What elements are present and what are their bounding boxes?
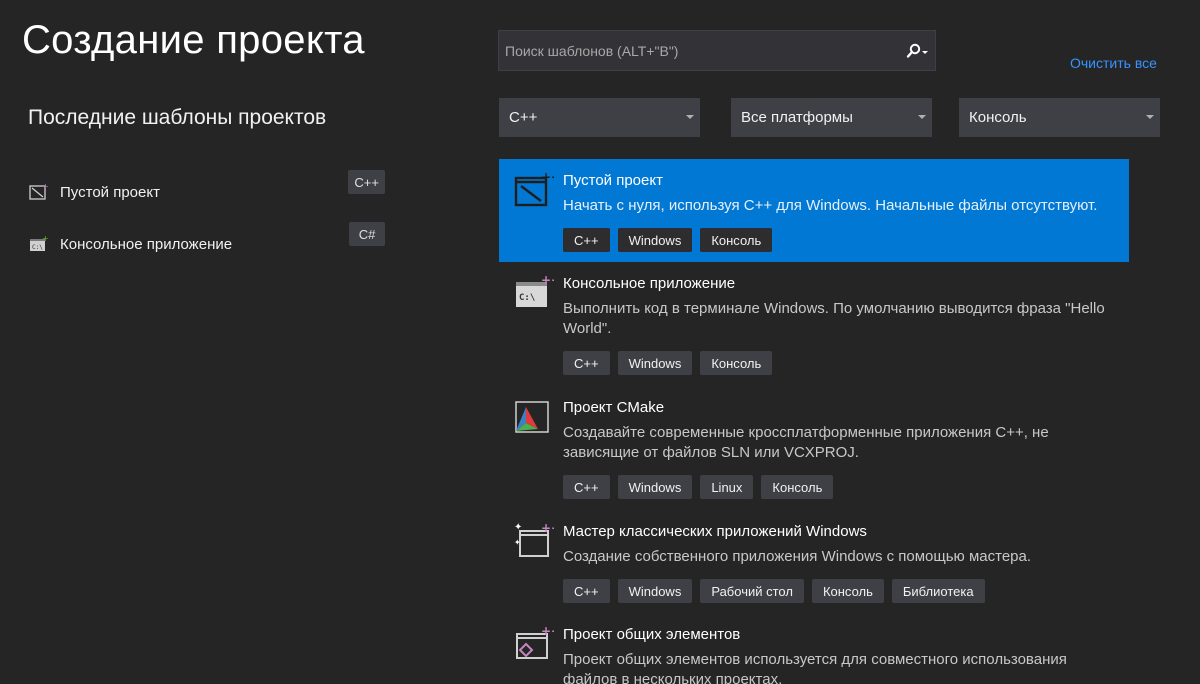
svg-text:++: ++ — [541, 521, 554, 535]
template-empty-project[interactable]: ++ Пустой проект Начать с нуля, использу… — [499, 159, 1129, 262]
template-tag: Консоль — [700, 228, 773, 252]
chevron-down-icon — [918, 115, 926, 119]
recent-templates-list: + Пустой проект C++ C:\ + Консольное прил… — [28, 166, 388, 270]
template-tag: Windows — [617, 475, 693, 499]
template-tag: Консоль — [811, 579, 884, 603]
template-search-input[interactable] — [499, 30, 899, 71]
clear-all-link[interactable]: Очистить все — [1070, 55, 1157, 71]
recent-item-empty-project[interactable]: + Пустой проект C++ — [28, 166, 388, 218]
template-tag: Windows — [617, 579, 693, 603]
template-tags: C++ Windows Консоль — [563, 351, 1113, 375]
console-app-icon: C:\ + — [28, 234, 50, 254]
svg-text:++: ++ — [541, 624, 554, 638]
template-tags: C++ Windows Linux Консоль — [563, 475, 1113, 499]
template-tag: C++ — [563, 228, 610, 252]
template-shared-items-project[interactable]: ++ Проект общих элементов Проект общих э… — [499, 613, 1129, 684]
empty-project-icon: ++ — [514, 170, 554, 207]
template-description: Создание собственного приложения Windows… — [563, 548, 1032, 565]
platform-filter-dropdown[interactable]: Все платформы — [731, 98, 932, 137]
template-description: Создавайте современные кроссплатформенны… — [563, 424, 1049, 461]
template-tags: C++ Windows Рабочий стол Консоль Библиот… — [563, 579, 1113, 603]
svg-text:+: + — [42, 235, 49, 243]
svg-text:C:\: C:\ — [32, 244, 43, 251]
template-description: Начать с нуля, используя C++ для Windows… — [563, 197, 1098, 214]
template-tag: C++ — [563, 579, 610, 603]
template-name: Мастер классических приложений Windows — [563, 523, 867, 540]
svg-text:C:\: C:\ — [519, 293, 535, 303]
recent-item-console-app[interactable]: C:\ + Консольное приложение C# — [28, 218, 388, 270]
language-filter-value: C++ — [509, 109, 538, 126]
recent-item-label: Пустой проект — [60, 183, 160, 201]
cmake-icon — [515, 401, 549, 433]
template-search-box — [498, 30, 936, 71]
template-description: Выполнить код в терминале Windows. По ум… — [563, 300, 1105, 337]
chevron-down-icon — [686, 115, 694, 119]
chevron-down-icon — [1146, 115, 1154, 119]
template-name: Проект общих элементов — [563, 626, 741, 643]
recent-templates-heading: Последние шаблоны проектов — [28, 106, 327, 129]
template-name: Пустой проект — [563, 172, 663, 189]
template-name: Проект CMake — [563, 399, 665, 416]
platform-filter-value: Все платформы — [741, 109, 853, 126]
shared-items-icon: ++ — [516, 624, 554, 659]
svg-text:✦: ✦ — [514, 538, 521, 547]
template-tag: Windows — [617, 351, 693, 375]
template-tags: C++ Windows Консоль — [563, 228, 1113, 252]
recent-item-lang-badge: C# — [349, 222, 385, 246]
template-description: Проект общих элементов используется для … — [563, 651, 1067, 684]
template-tag: Linux — [700, 475, 754, 499]
console-app-icon: C:\ ++ — [516, 273, 554, 307]
svg-text:✦: ✦ — [514, 522, 522, 533]
project-type-filter-dropdown[interactable]: Консоль — [959, 98, 1160, 137]
template-tag: Windows — [617, 228, 693, 252]
template-tag: Рабочий стол — [700, 579, 804, 603]
template-tag: Консоль — [700, 351, 773, 375]
template-console-app[interactable]: C:\ ++ Консольное приложение Выполнить ко… — [499, 262, 1129, 386]
page-title: Создание проекта — [22, 18, 365, 62]
language-filter-dropdown[interactable]: C++ — [499, 98, 700, 137]
recent-item-lang-badge: C++ — [348, 170, 385, 194]
svg-text:++: ++ — [541, 273, 554, 287]
svg-text:+: + — [42, 183, 49, 191]
project-type-filter-value: Консоль — [969, 109, 1027, 126]
recent-item-label: Консольное приложение — [60, 235, 233, 253]
search-icon[interactable] — [899, 31, 935, 70]
empty-project-icon: + — [28, 182, 50, 202]
template-tag: Консоль — [761, 475, 834, 499]
wizard-icon: ✦ ✦ ++ — [514, 521, 554, 557]
template-name: Консольное приложение — [563, 275, 736, 292]
project-template-list: ++ Пустой проект Начать с нуля, использу… — [499, 159, 1129, 684]
template-windows-desktop-wizard[interactable]: ✦ ✦ ++ Мастер классических приложений Wind… — [499, 510, 1129, 613]
template-tag: C++ — [563, 351, 610, 375]
template-tag: Библиотека — [891, 579, 985, 603]
svg-text:++: ++ — [541, 170, 554, 184]
template-cmake-project[interactable]: Проект CMake Создавайте современные крос… — [499, 386, 1129, 510]
template-tag: C++ — [563, 475, 610, 499]
